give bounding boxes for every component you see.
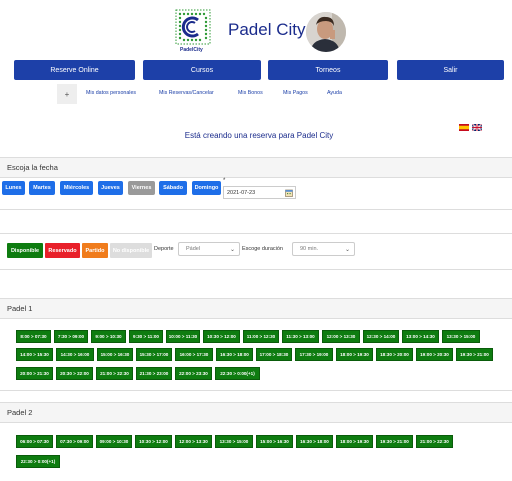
day-button-lunes[interactable]: Lunes	[2, 181, 25, 195]
time-slot-button[interactable]: 20:00 > 21:30	[16, 367, 53, 380]
time-slot-button[interactable]: 17:00 > 18:30	[256, 348, 292, 361]
time-slot-button[interactable]: 13:30 > 15:00	[442, 330, 480, 343]
time-slot-button[interactable]: 15:00 > 16:30	[97, 348, 133, 361]
brand-name: Padel City	[228, 20, 306, 39]
date-input[interactable]: 2021-07-23	[223, 186, 296, 199]
time-slot-button[interactable]: 19:00 > 20:30	[416, 348, 453, 361]
legend-reserved: Reservado	[45, 243, 80, 258]
sport-select[interactable]: Pádel ⌄	[178, 242, 240, 256]
time-slot-button[interactable]: 7:30 > 09:00	[54, 330, 88, 343]
time-slot-button[interactable]: 22:00 > 23:30	[175, 367, 212, 380]
day-button-miercoles[interactable]: Miércoles	[60, 181, 93, 195]
time-slot-button[interactable]: 18:00 > 19:30	[336, 435, 373, 448]
time-slot-button[interactable]: 16:30 > 18:00	[216, 348, 253, 361]
date-input-value: 2021-07-23	[227, 189, 256, 196]
time-slot-button[interactable]: 22:30 > 0:00(+1)	[215, 367, 260, 380]
time-slot-button[interactable]: 19:30 > 21:00	[456, 348, 493, 361]
duration-label: Escoge duración	[242, 246, 283, 252]
page: PadelCity Padel City Reserve Online Curs…	[0, 0, 512, 481]
nav-cursos[interactable]: Cursos	[143, 60, 261, 80]
day-button-martes[interactable]: Martes	[29, 181, 55, 195]
submenu-ayuda[interactable]: Ayuda	[327, 90, 342, 96]
day-button-domingo[interactable]: Domingo	[192, 181, 221, 195]
nav-salir[interactable]: Salir	[397, 60, 504, 80]
time-slot-button[interactable]: 14:00 > 15:30	[16, 348, 53, 361]
padel-city-logo	[174, 8, 212, 46]
spanish-flag-icon[interactable]	[459, 118, 469, 131]
time-slot-button[interactable]: 11:00 > 12:30	[243, 330, 279, 343]
time-slot-button[interactable]: 12:00 > 13:30	[322, 330, 360, 343]
time-slot-button[interactable]: 15:00 > 16:30	[256, 435, 293, 448]
time-slot-button[interactable]: 9:30 > 11:00	[129, 330, 163, 343]
user-avatar[interactable]	[306, 12, 346, 52]
time-slot-button[interactable]: 14:30 > 16:00	[56, 348, 94, 361]
time-slot-button[interactable]: 18:00 > 19:30	[336, 348, 373, 361]
time-slot-button[interactable]: 17:30 > 19:00	[295, 348, 333, 361]
time-slot-button[interactable]: 12:00 > 13:30	[175, 435, 212, 448]
time-slot-button[interactable]: 21:00 > 22:30	[96, 367, 133, 380]
chevron-down-icon: ⌄	[229, 247, 235, 253]
reservation-notice: Está creando una reserva para Padel City	[184, 131, 334, 140]
nav-reserve-online[interactable]: Reserve Online	[14, 60, 135, 80]
duration-select[interactable]: 90 min. ⌄	[292, 242, 355, 256]
legend-match: Partido	[82, 243, 108, 258]
date-panel-title: Escoja la fecha	[0, 158, 512, 178]
time-slot-button[interactable]: 15:30 > 17:00	[136, 348, 172, 361]
sport-select-value: Pádel	[186, 246, 201, 252]
submenu-mis-reservas[interactable]: Mis Reservas/Cancelar	[159, 90, 214, 96]
time-slot-button[interactable]: 11:30 > 13:00	[282, 330, 319, 343]
time-slot-button[interactable]: 07:30 > 09:00	[56, 435, 93, 448]
time-slot-button[interactable]: 8:00 > 07:30	[16, 330, 51, 343]
sport-label: Deporte	[154, 246, 174, 252]
submenu-mis-datos-personales[interactable]: Mis datos personales	[86, 90, 136, 96]
submenu-mis-bonos[interactable]: Mis Bonos	[238, 90, 263, 96]
time-slot-button[interactable]: 18:30 > 20:00	[376, 348, 413, 361]
time-slot-button[interactable]: 13:30 > 15:00	[215, 435, 253, 448]
required-marker: *	[223, 178, 226, 184]
submenu-toggle-button[interactable]: +	[57, 84, 77, 104]
time-slot-button[interactable]: 06:00 > 07:30	[16, 435, 53, 448]
day-button-jueves[interactable]: Jueves	[98, 181, 123, 195]
submenu-mis-pagos[interactable]: Mis Pagos	[283, 90, 308, 96]
chevron-down-icon: ⌄	[344, 247, 350, 253]
time-slot-button[interactable]: 19:30 > 21:00	[376, 435, 413, 448]
legend-available: Disponible	[7, 243, 43, 258]
nav-torneos[interactable]: Torneos	[268, 60, 388, 80]
uk-flag-icon[interactable]	[471, 118, 483, 132]
time-slot-button[interactable]: 22:30 > 0:00(+1)	[16, 455, 60, 468]
court-title: Padel 1	[0, 299, 512, 319]
legend-unavailable: No disponible	[110, 243, 152, 258]
calendar-icon[interactable]	[285, 189, 293, 197]
time-slot-button[interactable]: 9:00 > 10:30	[91, 330, 126, 343]
time-slot-button[interactable]: 13:00 > 14:30	[402, 330, 439, 343]
time-slot-button[interactable]: 16:00 > 17:30	[175, 348, 213, 361]
day-button-viernes[interactable]: Viernes	[128, 181, 155, 195]
court-title: Padel 2	[0, 403, 512, 423]
time-slot-button[interactable]: 20:30 > 22:00	[56, 367, 93, 380]
time-slot-button[interactable]: 10:30 > 12:00	[203, 330, 240, 343]
time-slot-button[interactable]: 16:30 > 18:00	[296, 435, 333, 448]
day-button-sabado[interactable]: Sábado	[159, 181, 187, 195]
time-slot-button[interactable]: 10:00 > 11:30	[166, 330, 200, 343]
time-slot-button[interactable]: 21:00 > 22:30	[416, 435, 453, 448]
logo-caption: PadelCity	[180, 47, 203, 53]
time-slot-button[interactable]: 10:30 > 12:00	[135, 435, 172, 448]
time-slot-button[interactable]: 09:00 > 10:30	[96, 435, 132, 448]
time-slot-button[interactable]: 12:30 > 14:00	[363, 330, 399, 343]
duration-select-value: 90 min.	[300, 246, 319, 252]
time-slot-button[interactable]: 21:30 > 23:00	[136, 367, 172, 380]
